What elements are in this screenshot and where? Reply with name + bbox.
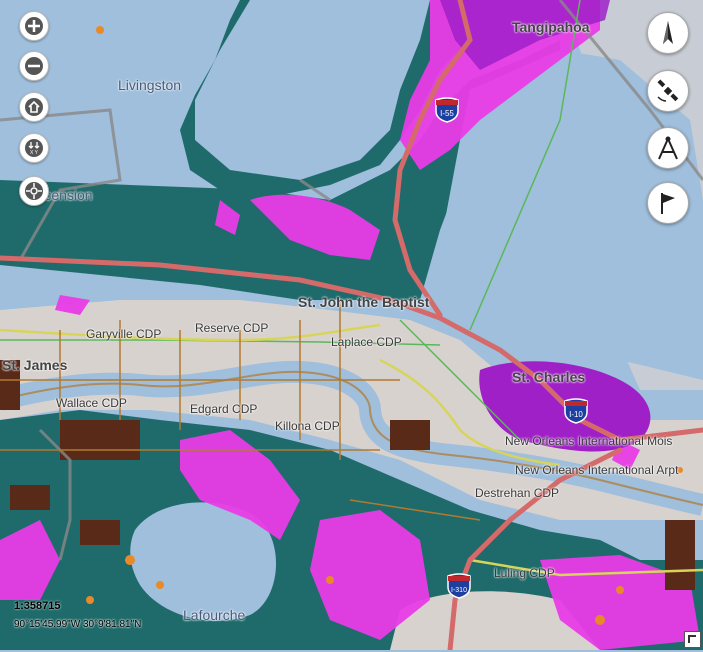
- place-label-msy-intl: New Orleans International Mois: [505, 434, 673, 448]
- satellite-button[interactable]: [647, 70, 689, 112]
- north-arrow-button[interactable]: [647, 12, 689, 54]
- place-label-msy-arpt: New Orleans International Arpt: [515, 463, 679, 477]
- map-canvas[interactable]: [0, 0, 703, 650]
- place-label-garyville: Garyville CDP: [86, 327, 162, 341]
- flag-button[interactable]: [647, 182, 689, 224]
- place-label-tangipahoa: Tangipahoa: [512, 19, 590, 35]
- pan-button[interactable]: [19, 176, 49, 206]
- place-label-st-john: St. John the Baptist: [298, 294, 430, 310]
- place-label-wallace: Wallace CDP: [56, 396, 127, 410]
- place-label-st-james: St. James: [2, 357, 68, 373]
- xy-coordinates-icon: X Y: [25, 139, 43, 157]
- shield-label-i310: I-310: [451, 587, 467, 594]
- cursor-coordinates: 90°15'45.99"W 30°9'81.81"N: [14, 619, 142, 630]
- place-label-edgard: Edgard CDP: [190, 402, 258, 416]
- shield-label-i10: I-10: [569, 410, 583, 419]
- interstate-shield-i55: I-55: [435, 97, 459, 123]
- home-icon: [25, 98, 43, 116]
- interstate-shield-i310: I-310: [447, 573, 471, 599]
- home-button[interactable]: [19, 92, 49, 122]
- north-arrow-icon: [663, 21, 673, 44]
- measure-compass-icon: [658, 136, 678, 160]
- measure-button[interactable]: [647, 127, 689, 169]
- place-label-destrehan: Destrehan CDP: [475, 486, 560, 500]
- coordinates-button[interactable]: X Y: [19, 133, 49, 163]
- zoom-out-button[interactable]: [19, 51, 49, 81]
- map-scale: 1:358715: [14, 600, 61, 612]
- place-label-laplace: Laplace CDP: [331, 335, 402, 349]
- zoom-in-icon: [25, 17, 43, 35]
- place-label-luling: Luling CDP: [494, 566, 555, 580]
- place-label-lafourche: Lafourche: [183, 607, 246, 623]
- pan-crosshair-icon: [25, 182, 43, 200]
- flag-icon: [661, 193, 675, 214]
- interstate-shield-i10: I-10: [564, 398, 588, 424]
- place-label-killona: Killona CDP: [275, 419, 340, 433]
- zoom-out-icon: [25, 57, 43, 75]
- shield-label-i55: I-55: [440, 109, 454, 118]
- svg-text:X Y: X Y: [30, 150, 39, 156]
- place-label-st-charles: St. Charles: [512, 369, 586, 385]
- place-label-reserve: Reserve CDP: [195, 321, 269, 335]
- zoom-in-button[interactable]: [19, 11, 49, 41]
- place-label-livingston: Livingston: [118, 77, 182, 93]
- expand-corner-icon: [688, 635, 696, 643]
- satellite-icon: [657, 79, 679, 102]
- overview-toggle-button[interactable]: [684, 631, 701, 648]
